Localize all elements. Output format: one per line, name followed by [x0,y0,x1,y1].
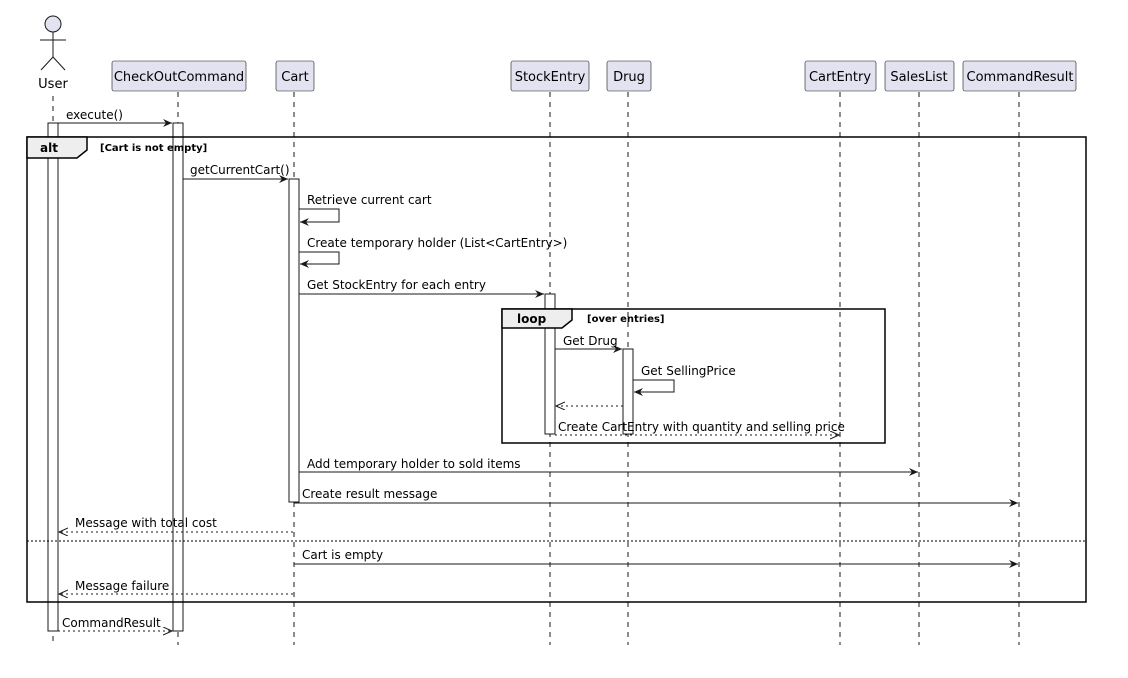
message-label-retrieve-current-cart: Retrieve current cart [307,193,432,207]
message-label-add-to-sold: Add temporary holder to sold items [307,457,521,471]
message-label-total-cost: Message with total cost [75,516,217,530]
activation-user [47,122,59,632]
message-arrow-create-temp-holder [299,251,340,268]
participant-label-cart: Cart [281,70,309,85]
sequence-diagram: User CheckOutCommand Cart StockEntry Dru… [26,15,1087,645]
message-label-get-stockentry: Get StockEntry for each entry [307,278,486,292]
actor-head [44,15,62,33]
participant-label-saleslist: SalesList [890,70,947,85]
activation-checkout [172,122,184,632]
message-label-get-current-cart: getCurrentCart() [190,163,290,177]
message-label-get-sellingprice: Get SellingPrice [641,364,736,378]
message-label-execute: execute() [66,108,123,122]
messages [58,119,1018,631]
alt-keyword: alt [40,141,58,155]
actor-user [40,15,66,71]
loop-guard: [over entries] [587,314,665,325]
participant-label-commandresult: CommandResult [967,70,1074,85]
loop-keyword: loop [517,312,547,326]
participant-label-drug: Drug [613,70,645,85]
message-label-create-result: Create result message [302,487,437,501]
alt-frame: alt [Cart is not empty] [26,136,1087,603]
message-label-failure: Message failure [75,579,169,593]
actor-leg-left [40,56,54,71]
message-label-commandresult: CommandResult [62,616,161,630]
message-label-get-drug: Get Drug [563,334,618,348]
participant-label-stockentry: StockEntry [515,70,586,85]
activation-cart [288,178,300,503]
participant-label-user: User [38,77,68,92]
message-arrow-retrieve-current-cart [299,208,340,226]
actor-leg-right [52,56,66,71]
alt-frame-border [26,136,1087,603]
message-label-create-temp-holder: Create temporary holder (List<CartEntry>… [307,236,567,250]
participant-label-checkout: CheckOutCommand [114,70,244,85]
message-label-cart-empty: Cart is empty [302,548,383,562]
alt-guard: [Cart is not empty] [100,143,207,154]
participant-label-cartentry: CartEntry [809,70,871,85]
message-label-create-cartentry: Create CartEntry with quantity and selli… [558,420,845,434]
message-arrow-get-sellingprice [633,379,675,396]
